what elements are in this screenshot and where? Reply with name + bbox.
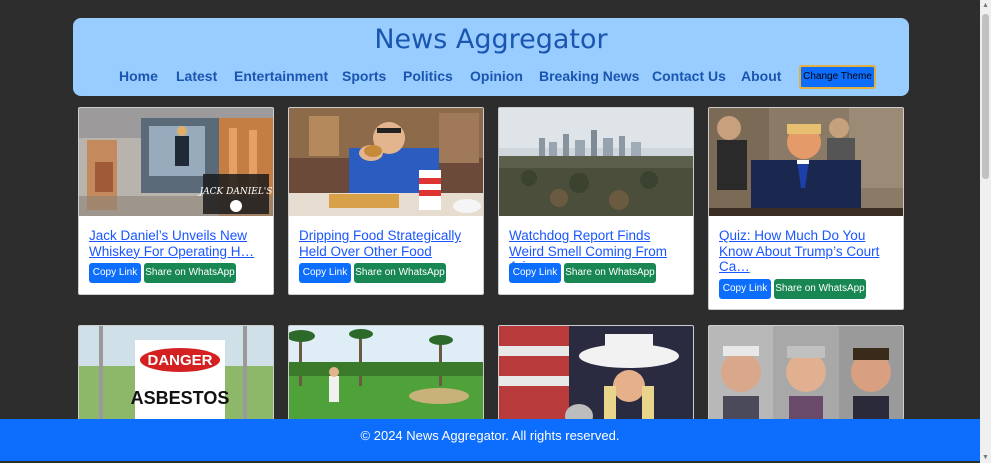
asbestos-sign-image[interactable]: DANGER ASBESTOS: [79, 326, 273, 434]
share-whatsapp-button[interactable]: Share on WhatsApp: [564, 263, 656, 283]
scroll-down-arrow-icon[interactable]: ▼: [980, 452, 991, 463]
news-card: Dripping Food Strategically Held Over Ot…: [288, 107, 484, 295]
nav-opinion[interactable]: Opinion: [470, 68, 523, 84]
main-nav: Home Latest Entertainment Sports Politic…: [73, 66, 909, 88]
courtroom-image[interactable]: [709, 108, 903, 216]
nav-entertainment[interactable]: Entertainment: [234, 68, 328, 84]
site-footer: © 2024 News Aggregator. All rights reser…: [0, 419, 980, 461]
site-title: News Aggregator: [374, 24, 608, 55]
copy-link-button[interactable]: Copy Link: [299, 263, 351, 283]
scrollbar-thumb[interactable]: [982, 14, 989, 179]
nav-contact-us[interactable]: Contact Us: [652, 68, 726, 84]
copy-link-button[interactable]: Copy Link: [89, 263, 141, 283]
news-card: Quiz: How Much Do You Know About Trump’s…: [708, 107, 904, 310]
nav-politics[interactable]: Politics: [403, 68, 453, 84]
copy-link-button[interactable]: Copy Link: [509, 263, 561, 283]
news-card: JACK DANIEL'S Jack Daniel’s Unveils New …: [78, 107, 274, 295]
nav-breaking-news[interactable]: Breaking News: [539, 68, 639, 84]
nav-home[interactable]: Home: [119, 68, 158, 84]
nav-latest[interactable]: Latest: [176, 68, 217, 84]
three-portraits-image[interactable]: [709, 326, 903, 434]
whiskey-logo-text: JACK DANIEL'S: [198, 187, 273, 197]
copy-link-button[interactable]: Copy Link: [719, 279, 771, 299]
cowboy-hat-image[interactable]: [499, 326, 693, 434]
share-whatsapp-button[interactable]: Share on WhatsApp: [354, 263, 446, 283]
danger-sign-text: DANGER: [147, 352, 212, 369]
nav-sports[interactable]: Sports: [342, 68, 386, 84]
scroll-up-arrow-icon[interactable]: ▲: [980, 0, 991, 11]
food-eating-image[interactable]: [289, 108, 483, 216]
card-title-link[interactable]: Quiz: How Much Do You Know About Trump’s…: [719, 228, 895, 275]
news-card: Watchdog Report Finds Weird Smell Coming…: [498, 107, 694, 295]
card-title-link[interactable]: Jack Daniel’s Unveils New Whiskey For Op…: [89, 228, 265, 259]
change-theme-button[interactable]: Change Theme: [799, 65, 876, 89]
card-title-link[interactable]: Dripping Food Strategically Held Over Ot…: [299, 228, 475, 259]
city-skyline-image[interactable]: [499, 108, 693, 216]
golf-course-image[interactable]: [289, 326, 483, 434]
vertical-scrollbar[interactable]: ▲ ▼: [980, 0, 991, 463]
share-whatsapp-button[interactable]: Share on WhatsApp: [774, 279, 866, 299]
footer-copyright: © 2024 News Aggregator. All rights reser…: [360, 428, 620, 443]
whiskey-forklift-image[interactable]: JACK DANIEL'S: [79, 108, 273, 216]
asbestos-sign-text: ASBESTOS: [131, 388, 230, 408]
nav-about[interactable]: About: [741, 68, 781, 84]
site-header: News Aggregator Home Latest Entertainmen…: [73, 18, 909, 96]
share-whatsapp-button[interactable]: Share on WhatsApp: [144, 263, 236, 283]
